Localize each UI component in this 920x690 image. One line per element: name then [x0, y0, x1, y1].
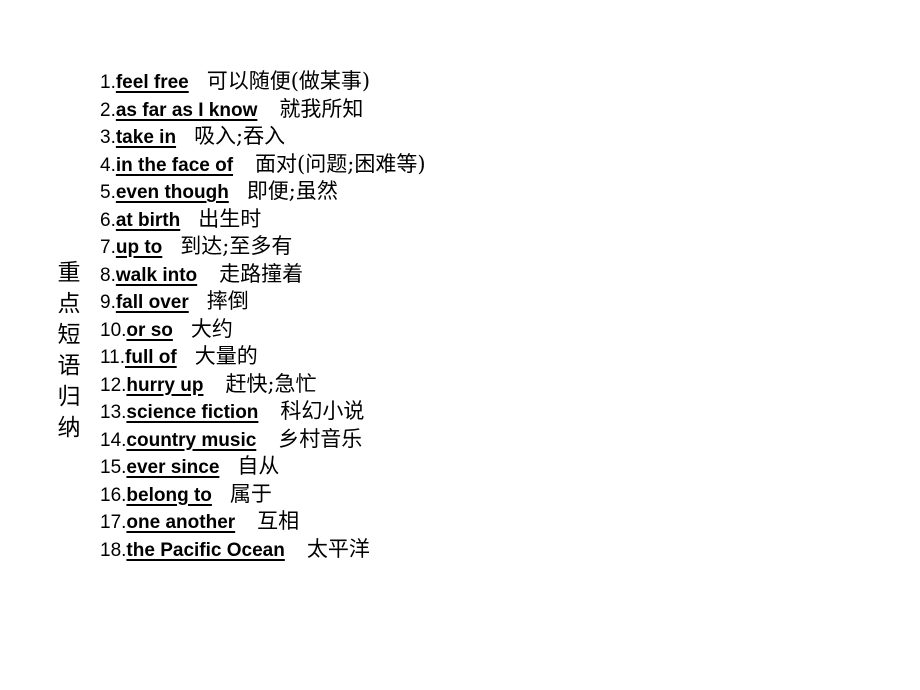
list-item: 17.one another 互相 — [100, 508, 880, 536]
item-english-phrase: in the face of — [115, 154, 234, 176]
item-chinese-meaning: 摔倒 — [206, 289, 249, 313]
side-label-char: 重 — [57, 260, 81, 286]
item-number: 18. — [100, 539, 127, 561]
item-chinese-meaning: 吸入;吞入 — [194, 124, 286, 148]
item-english-phrase: fall over — [115, 292, 189, 313]
side-label-char: 短 — [57, 322, 81, 348]
item-english-phrase: feel free — [115, 72, 189, 93]
list-item: 7.up to 到达;至多有 — [100, 233, 880, 261]
item-number: 13. — [100, 402, 127, 423]
item-english-phrase: or so — [126, 319, 173, 341]
item-number: 16. — [100, 484, 127, 506]
item-english-phrase: country music — [126, 429, 257, 451]
list-item: 15.ever since 自从 — [100, 453, 880, 481]
item-english-phrase: hurry up — [126, 374, 204, 396]
side-label-char: 语 — [57, 353, 81, 379]
item-chinese-meaning: 到达;至多有 — [180, 234, 293, 258]
item-chinese-meaning: 大约 — [190, 316, 233, 341]
item-english-phrase: walk into — [115, 264, 198, 286]
item-chinese-meaning: 面对(问题;困难等) — [255, 151, 426, 176]
list-item: 8.walk into 走路撞着 — [100, 261, 880, 289]
item-chinese-meaning: 科幻小说 — [280, 399, 365, 423]
item-chinese-meaning: 走路撞着 — [219, 261, 304, 286]
item-english-phrase: belong to — [126, 484, 212, 506]
item-chinese-meaning: 出生时 — [198, 206, 262, 231]
item-chinese-meaning: 大量的 — [194, 344, 258, 368]
item-chinese-meaning: 互相 — [257, 509, 300, 533]
item-chinese-meaning: 属于 — [229, 481, 272, 506]
list-item: 10.or so 大约 — [100, 316, 880, 344]
side-label-char: 点 — [57, 291, 81, 317]
item-number: 10. — [100, 319, 127, 341]
list-item: 13.science fiction 科幻小说 — [100, 398, 880, 426]
list-item: 12.hurry up 赶快;急忙 — [100, 371, 880, 399]
item-number: 12. — [100, 374, 127, 396]
list-item: 4.in the face of 面对(问题;困难等) — [100, 151, 880, 179]
item-english-phrase: ever since — [126, 457, 220, 478]
item-english-phrase: as far as I know — [115, 99, 258, 121]
side-label-char: 纳 — [57, 415, 81, 441]
item-english-phrase: science fiction — [126, 402, 259, 423]
list-item: 14.country music 乡村音乐 — [100, 426, 880, 454]
item-english-phrase: even though — [115, 182, 229, 203]
list-item: 18.the Pacific Ocean 太平洋 — [100, 536, 880, 564]
slide-canvas: 重 点 短 语 归 纳 1.feel free 可以随便(做某事) 2.as fa… — [0, 0, 920, 690]
phrase-list: 1.feel free 可以随便(做某事) 2.as far as I know 就… — [100, 68, 880, 563]
item-number: 6. — [100, 209, 116, 231]
item-number: 4. — [100, 154, 116, 176]
item-english-phrase: up to — [115, 237, 163, 258]
item-number: 1. — [100, 72, 116, 93]
item-chinese-meaning: 太平洋 — [306, 536, 370, 561]
item-number: 3. — [100, 127, 116, 148]
item-chinese-meaning: 可以随便(做某事) — [206, 69, 371, 93]
item-number: 7. — [100, 237, 116, 258]
item-chinese-meaning: 就我所知 — [279, 96, 364, 121]
item-english-phrase: full of — [125, 347, 177, 368]
item-number: 8. — [100, 264, 116, 286]
list-item: 1.feel free 可以随便(做某事) — [100, 68, 880, 96]
list-item: 3.take in 吸入;吞入 — [100, 123, 880, 151]
list-item: 11.full of 大量的 — [100, 343, 880, 371]
side-label-char: 归 — [57, 384, 81, 410]
item-number: 17. — [100, 512, 127, 533]
item-number: 5. — [100, 182, 116, 203]
item-number: 9. — [100, 292, 116, 313]
list-item: 2.as far as I know 就我所知 — [100, 96, 880, 124]
item-number: 15. — [100, 457, 127, 478]
list-item: 5.even though 即便;虽然 — [100, 178, 880, 206]
item-english-phrase: take in — [115, 127, 177, 148]
item-chinese-meaning: 自从 — [237, 454, 280, 478]
item-english-phrase: the Pacific Ocean — [126, 539, 285, 561]
item-chinese-meaning: 赶快;急忙 — [225, 371, 317, 396]
list-item: 9.fall over 摔倒 — [100, 288, 880, 316]
list-item: 16.belong to 属于 — [100, 481, 880, 509]
list-item: 6.at birth 出生时 — [100, 206, 880, 234]
item-number: 11. — [100, 347, 126, 368]
item-number: 14. — [100, 429, 127, 451]
item-english-phrase: at birth — [115, 209, 181, 231]
item-number: 2. — [100, 99, 116, 121]
item-chinese-meaning: 乡村音乐 — [278, 426, 363, 451]
item-english-phrase: one another — [126, 512, 236, 533]
item-chinese-meaning: 即便;虽然 — [246, 179, 338, 203]
section-title-vertical: 重 点 短 语 归 纳 — [52, 258, 86, 444]
